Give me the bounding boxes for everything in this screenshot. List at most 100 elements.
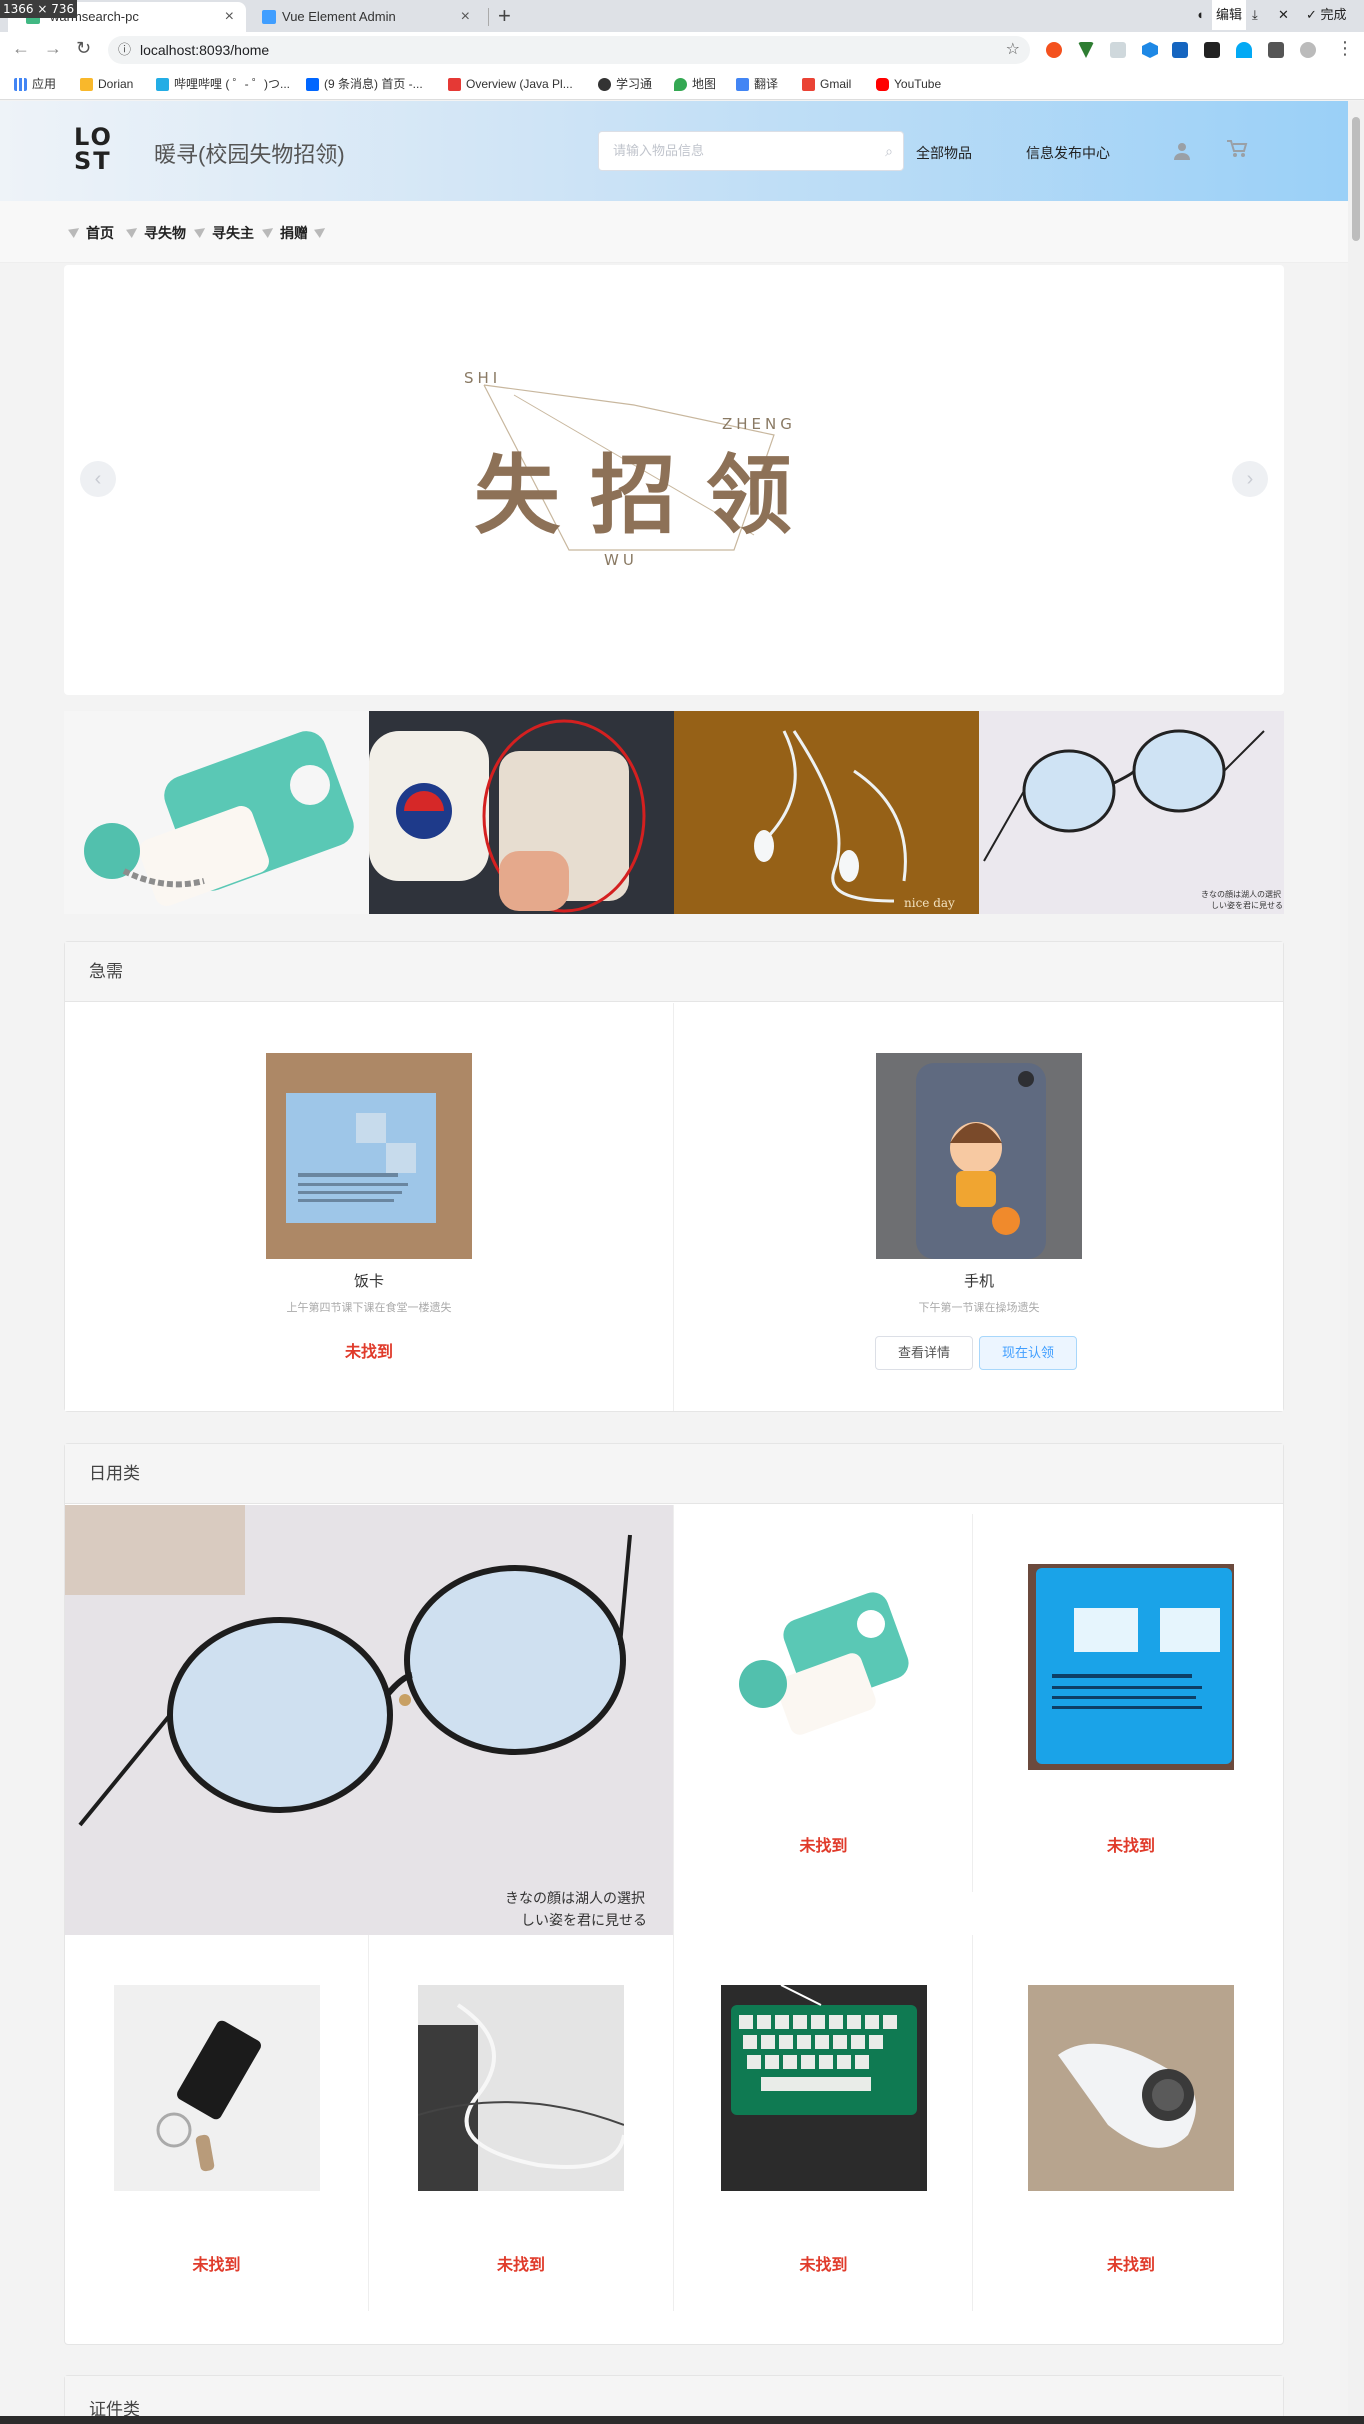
- flash-drive-image: [114, 1985, 320, 2191]
- thumbnail-earphones[interactable]: nice day: [674, 711, 979, 914]
- daily-panel-title: 日用类: [65, 1444, 1283, 1504]
- bookmark-youtube[interactable]: YouTube: [876, 68, 941, 100]
- keyboard-thumb: [721, 1985, 927, 2191]
- item-search-input[interactable]: 请输入物品信息 ⌕: [598, 131, 904, 171]
- crumb-arrow-icon: [316, 223, 328, 237]
- status-not-found: 未找到: [799, 1838, 848, 1855]
- bookmark-zhihu[interactable]: (9 条消息) 首页 -...: [306, 68, 423, 100]
- page-scrollbar[interactable]: [1348, 101, 1364, 2424]
- user-icon[interactable]: [1172, 141, 1192, 161]
- puzzle-extensions-icon[interactable]: [1268, 42, 1284, 58]
- crumb-home[interactable]: 首页: [70, 223, 114, 243]
- earphones-photo: nice day: [674, 711, 979, 914]
- gmail-icon: [802, 78, 815, 91]
- profile-avatar-icon[interactable]: [1300, 42, 1316, 58]
- thumbnail-card-holder[interactable]: [369, 711, 674, 914]
- crumb-lost-items[interactable]: 寻失物: [128, 223, 186, 243]
- lost-logo[interactable]: LO ST: [74, 125, 120, 177]
- bookmark-star-icon[interactable]: ☆: [1006, 36, 1020, 64]
- extension-hex-icon[interactable]: [1142, 42, 1158, 58]
- cart-icon[interactable]: [1226, 139, 1248, 159]
- tab-separator: [488, 8, 489, 26]
- bookmark-bilibili[interactable]: 哔哩哔哩 ( ゜- ゜)つ...: [156, 68, 290, 100]
- edit-button[interactable]: 编辑: [1212, 0, 1247, 30]
- carousel-next-button[interactable]: ›: [1232, 461, 1268, 497]
- pinyin-shi: SHI: [464, 369, 501, 387]
- daily-item-card[interactable]: 未找到: [369, 1935, 674, 2311]
- blue-card-image: [1028, 1564, 1234, 1770]
- scrollbar-thumb[interactable]: [1352, 117, 1360, 241]
- vue-devtools-icon[interactable]: [1078, 42, 1094, 58]
- tab-title: Vue Element Admin: [282, 9, 396, 24]
- search-icon[interactable]: ⌕: [885, 132, 893, 170]
- close-window-icon[interactable]: ✕: [1278, 0, 1289, 30]
- new-tab-button[interactable]: +: [498, 3, 511, 29]
- crumb-find-owner[interactable]: 寻失主: [196, 223, 254, 243]
- daily-item-card[interactable]: 未找到: [979, 1514, 1283, 1892]
- url-input[interactable]: ⓘ localhost:8093/home ☆: [108, 36, 1030, 64]
- done-label: 完成: [1320, 7, 1347, 22]
- urgent-card-phone[interactable]: 手机 下午第一节课在操场遗失 查看详情 现在认领: [675, 1003, 1283, 1411]
- tab-vue-element-admin[interactable]: Vue Element Admin ×: [252, 2, 482, 32]
- bookmark-translate[interactable]: 翻译: [736, 68, 778, 100]
- extension-gray-icon[interactable]: [1110, 42, 1126, 58]
- close-tab-icon[interactable]: ×: [225, 2, 234, 32]
- view-details-button[interactable]: 查看详情: [875, 1336, 973, 1370]
- urgent-card-meal-card[interactable]: 饭卡 上午第四节课下课在食堂一楼遗失 未找到: [65, 1003, 674, 1411]
- usb-drive-thumb: [721, 1564, 927, 1770]
- bookmark-gmail[interactable]: Gmail: [802, 68, 851, 100]
- status-not-found: 未找到: [496, 2257, 545, 2274]
- apps-grid-icon: [14, 78, 27, 91]
- wifi-extension-icon[interactable]: [1236, 42, 1252, 58]
- bookmark-java-overview[interactable]: Overview (Java Pl...: [448, 68, 573, 100]
- nav-publish-center[interactable]: 信息发布中心: [1026, 143, 1110, 163]
- earphones-caption: nice day: [904, 896, 955, 910]
- download-icon[interactable]: ⤓: [1252, 0, 1258, 30]
- close-tab-icon[interactable]: ×: [461, 2, 470, 32]
- reload-icon[interactable]: ↻: [76, 38, 91, 59]
- logo-bottom-text: ST: [74, 147, 112, 175]
- crumb-donate[interactable]: 捐赠: [264, 223, 308, 243]
- daily-item-card[interactable]: 未找到: [979, 1935, 1283, 2311]
- daily-item-card[interactable]: 未找到: [675, 1935, 973, 2311]
- search-placeholder: 请输入物品信息: [613, 143, 705, 158]
- nav-all-items[interactable]: 全部物品: [916, 143, 972, 163]
- daily-item-card[interactable]: 未找到: [675, 1514, 973, 1892]
- element-favicon-icon: [262, 10, 276, 24]
- feature-caption-line1: きなの顔は湖人の選択: [505, 1891, 645, 1907]
- bookmark-maps[interactable]: 地图: [674, 68, 716, 100]
- extension-red-icon[interactable]: [1046, 42, 1062, 58]
- extension-dark-icon[interactable]: [1204, 42, 1220, 58]
- back-icon[interactable]: ←: [12, 38, 30, 59]
- pinyin-wu: WU: [604, 551, 638, 569]
- claim-now-button[interactable]: 现在认领: [979, 1336, 1077, 1370]
- glasses-caption-line2: しい姿を君に見せる: [1211, 900, 1283, 910]
- carousel-prev-button[interactable]: ‹: [80, 461, 116, 497]
- done-button[interactable]: ✓ 完成: [1306, 0, 1347, 30]
- site-info-icon[interactable]: ⓘ: [118, 36, 131, 64]
- translate-extension-icon[interactable]: [1172, 42, 1188, 58]
- bookmark-xuexitong[interactable]: 学习通: [598, 68, 652, 100]
- bookmark-label: 地图: [692, 77, 717, 91]
- daily-featured-card[interactable]: きなの顔は湖人の選択 しい姿を君に見せる: [65, 1505, 674, 1936]
- flash-drive-thumb: [114, 1985, 320, 2191]
- bookmark-dorian[interactable]: Dorian: [80, 68, 133, 100]
- chaoxing-icon: [598, 78, 611, 91]
- bookmark-label: 应用: [32, 77, 57, 91]
- lost-and-found-banner-art: SHI ZHENG WU 失 招 领: [464, 369, 796, 569]
- urgent-panel: 急需 饭卡 上午第四节课下课在食堂一楼遗失 未找到 手机 下午第一节课在操场遗失…: [64, 941, 1284, 1412]
- forward-icon[interactable]: →: [44, 38, 62, 59]
- bookmark-apps[interactable]: 应用: [14, 68, 56, 100]
- daily-item-card[interactable]: 未找到: [65, 1935, 369, 2311]
- address-bar-row: ← → ↻ ⓘ localhost:8093/home ☆ ⋮: [0, 32, 1364, 68]
- item-description: 上午第四节课下课在食堂一楼遗失: [286, 1302, 452, 1314]
- bookmark-label: YouTube: [894, 77, 942, 91]
- browser-menu-icon[interactable]: ⋮: [1336, 38, 1354, 59]
- zhihu-icon: [306, 78, 319, 91]
- pinyin-zheng: ZHENG: [722, 415, 796, 433]
- thumbnail-glasses[interactable]: きなの顔は湖人の選択 しい姿を君に見せる: [979, 711, 1284, 914]
- thumbnail-usb-drive[interactable]: [64, 711, 369, 914]
- banner-carousel: ‹ › SHI ZHENG WU 失 招 领: [64, 265, 1284, 695]
- phone-photo: [876, 1053, 1082, 1259]
- maps-icon: [674, 78, 687, 91]
